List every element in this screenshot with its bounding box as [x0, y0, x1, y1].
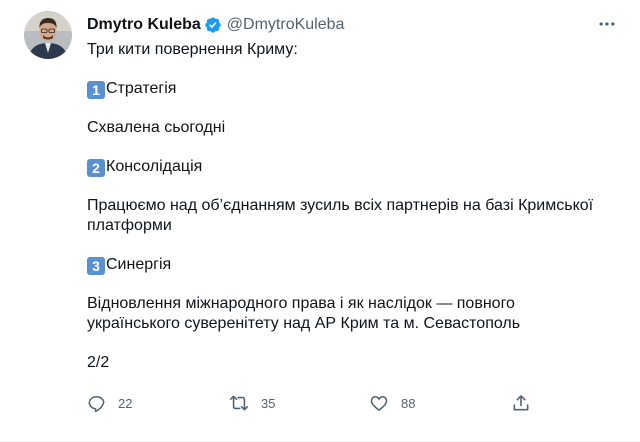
author-handle[interactable]: @DmytroKuleba	[227, 16, 345, 34]
verified-badge-icon	[204, 16, 222, 34]
point-title: Стратегія	[106, 80, 177, 97]
tweet-header: Dmytro Kuleba @DmytroKuleba	[87, 14, 344, 36]
retweet-count: 35	[261, 395, 276, 411]
tweet-card[interactable]: Dmytro Kuleba @DmytroKuleba Три кити пов…	[0, 0, 640, 442]
author-name[interactable]: Dmytro Kuleba	[87, 16, 201, 34]
tweet-point-3: 3 Синергія	[87, 255, 607, 275]
tweet-actions: 22 35 88	[87, 393, 537, 413]
keycap-1-icon: 1	[87, 81, 105, 99]
share-button[interactable]	[511, 393, 531, 413]
avatar[interactable]	[24, 11, 72, 59]
tweet-text: Три кити повернення Криму: 1 Стратегія Сх…	[87, 40, 607, 392]
tweet-point-1: 1 Стратегія	[87, 79, 607, 99]
point-title: Синергія	[106, 256, 172, 273]
share-icon	[511, 393, 531, 413]
reply-button[interactable]: 22	[87, 394, 132, 413]
tweet-point-2-text: Працюємо над об’єднанням зусиль всіх пар…	[87, 197, 594, 234]
keycap-3-icon: 3	[87, 257, 105, 275]
like-button[interactable]: 88	[369, 393, 415, 413]
retweet-button[interactable]: 35	[229, 393, 275, 413]
reply-count: 22	[118, 395, 133, 411]
retweet-icon	[229, 393, 249, 413]
point-title: Консолідація	[106, 158, 203, 175]
tweet-intro: Три кити повернення Криму:	[87, 41, 298, 58]
tweet-point-3-text: Відновлення міжнародного права і як насл…	[87, 295, 521, 332]
keycap-2-icon: 2	[87, 159, 105, 177]
tweet-point-1-text: Схвалена сьогодні	[87, 119, 226, 136]
like-count: 88	[401, 395, 416, 411]
more-options-icon[interactable]	[596, 14, 618, 34]
reply-icon	[87, 394, 106, 413]
heart-icon	[369, 393, 389, 413]
tweet-point-2: 2 Консолідація	[87, 157, 607, 177]
thread-counter: 2/2	[87, 354, 110, 371]
